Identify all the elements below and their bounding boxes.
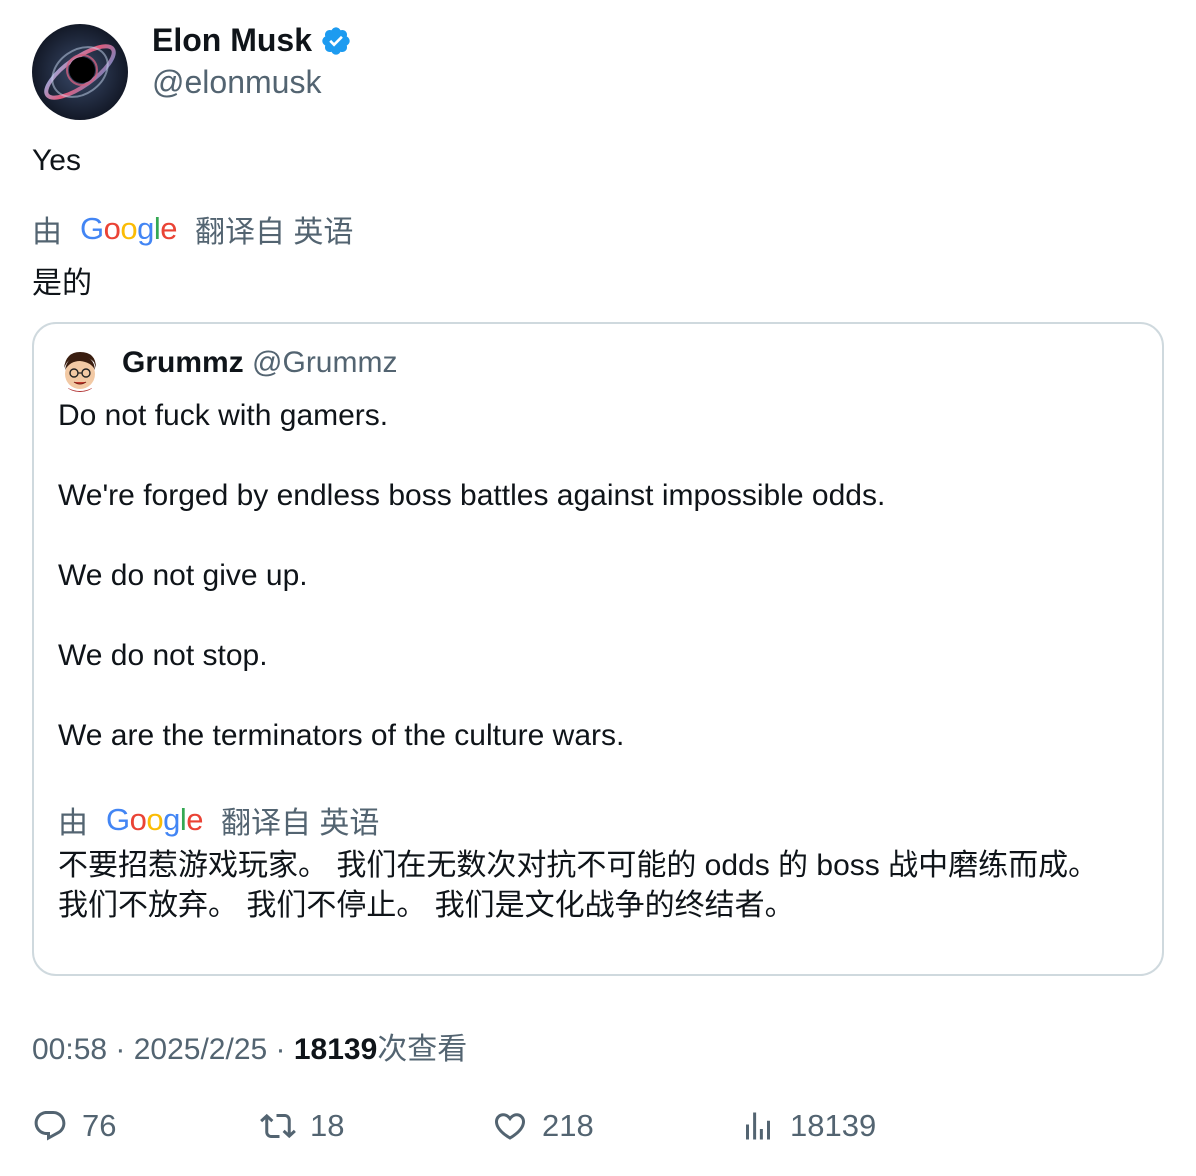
views-count: 18139 bbox=[790, 1108, 877, 1143]
retweet-button[interactable]: 18 bbox=[260, 1108, 344, 1144]
like-count: 218 bbox=[542, 1108, 594, 1143]
quote-line: We're forged by endless boss battles aga… bbox=[58, 479, 886, 512]
quote-author-handle[interactable]: @Grummz bbox=[252, 346, 397, 379]
tweet-action-bar: 76 18 218 18139 bbox=[32, 1108, 1164, 1152]
views-chart-icon bbox=[746, 1112, 770, 1140]
quote-author-row[interactable]: Grummz @Grummz bbox=[122, 346, 397, 380]
quote-translation-attribution: 由 Google 翻译自 英语 bbox=[58, 798, 379, 842]
quote-line: Do not fuck with gamers. bbox=[58, 399, 389, 432]
translation-attribution: 由 Google 翻译自 英语 bbox=[32, 207, 353, 251]
translate-suffix: 翻译自 英语 bbox=[221, 807, 380, 840]
heart-icon bbox=[494, 1113, 526, 1140]
black-hole-avatar-image bbox=[32, 24, 128, 120]
translated-quote-text: 不要招惹游戏玩家。 我们在无数次对抗不可能的 odds 的 boss 战中磨练而… bbox=[58, 849, 1099, 922]
translate-prefix: 由 bbox=[58, 807, 88, 840]
tweet-views-label: 次查看 bbox=[377, 1033, 468, 1066]
tweet-text: Yes bbox=[32, 144, 81, 177]
reply-count: 76 bbox=[82, 1108, 117, 1143]
quote-author-avatar[interactable] bbox=[58, 348, 102, 392]
translated-tweet-text: 是的 bbox=[32, 267, 92, 300]
reply-button[interactable]: 76 bbox=[32, 1108, 116, 1144]
verified-badge-icon bbox=[322, 26, 350, 55]
google-logo-icon: Google bbox=[106, 802, 204, 837]
translate-suffix: 翻译自 英语 bbox=[195, 216, 354, 249]
quote-line: We do not stop. bbox=[58, 639, 268, 672]
translate-prefix: 由 bbox=[32, 216, 62, 249]
quoted-tweet-card[interactable]: Grummz @Grummz Do not fuck with gamers. … bbox=[32, 322, 1164, 976]
reply-icon bbox=[34, 1111, 66, 1141]
author-name-row[interactable]: Elon Musk bbox=[152, 22, 352, 59]
tweet-meta: 00:58 · 2025/2/25 · 18139次查看 bbox=[32, 1024, 467, 1068]
google-logo-icon: Google bbox=[80, 211, 178, 246]
author-handle[interactable]: @elonmusk bbox=[152, 64, 321, 101]
author-avatar[interactable] bbox=[32, 24, 128, 120]
quote-line: We are the terminators of the culture wa… bbox=[58, 719, 625, 752]
tweet-views-count: 18139 bbox=[293, 1033, 378, 1066]
author-name[interactable]: Elon Musk bbox=[152, 22, 312, 59]
quote-line: We do not give up. bbox=[58, 559, 308, 592]
retweet-icon bbox=[260, 1113, 296, 1139]
quote-author-name[interactable]: Grummz bbox=[122, 346, 244, 379]
like-button[interactable]: 218 bbox=[492, 1108, 594, 1144]
views-button[interactable]: 18139 bbox=[740, 1108, 876, 1144]
retweet-count: 18 bbox=[310, 1108, 345, 1143]
tweet-timestamp[interactable]: 00:58 · 2025/2/25 · bbox=[32, 1033, 294, 1066]
cartoon-face-avatar-image bbox=[58, 348, 102, 392]
quote-text: Do not fuck with gamers. We're forged by… bbox=[58, 396, 1138, 756]
